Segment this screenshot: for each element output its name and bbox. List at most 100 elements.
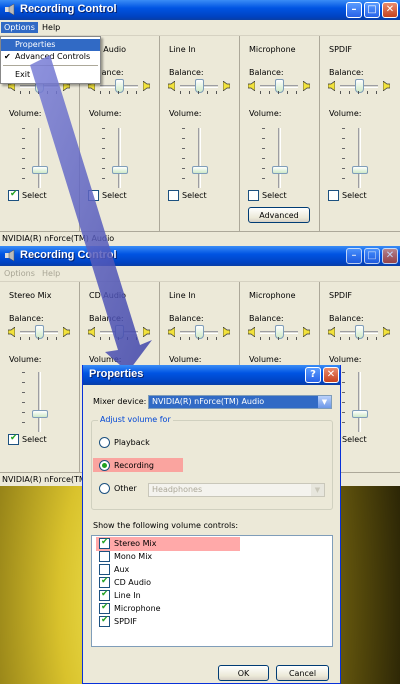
speaker-right-icon (63, 327, 70, 337)
balance-slider[interactable] (340, 325, 378, 340)
minimize-button[interactable]: – (346, 2, 362, 18)
slider-thumb[interactable] (192, 166, 208, 174)
volume-slider[interactable] (352, 128, 368, 188)
balance-label: Balance: (249, 68, 284, 77)
window-title: Recording Control (20, 3, 117, 15)
speaker-right-icon (303, 81, 310, 91)
volume-slider[interactable] (112, 128, 128, 188)
speaker-right-icon (223, 81, 230, 91)
cancel-button[interactable]: Cancel (276, 665, 329, 681)
select-checkbox[interactable]: ✔ (8, 433, 19, 445)
balance-slider[interactable] (100, 325, 138, 340)
channel-name: SPDIF (329, 45, 353, 54)
control-checkbox-aux[interactable] (99, 564, 110, 575)
control-checkbox-microphone[interactable]: ✔ (99, 602, 110, 614)
volume-ticks (22, 128, 25, 188)
select-checkbox[interactable] (328, 190, 339, 201)
slider-thumb[interactable] (352, 166, 368, 174)
slider-ticks (180, 91, 218, 94)
volume-slider[interactable] (32, 372, 48, 432)
menu-help[interactable]: Help (39, 22, 63, 33)
minimize-button[interactable]: – (346, 248, 362, 264)
balance-label: Balance: (329, 68, 364, 77)
menu-help[interactable]: Help (39, 268, 63, 279)
help-button[interactable]: ? (305, 367, 321, 383)
ok-button[interactable]: OK (218, 665, 269, 681)
slider-track (38, 128, 41, 188)
slider-thumb[interactable] (272, 166, 288, 174)
maximize-button[interactable]: □ (364, 248, 380, 264)
balance-slider[interactable] (100, 79, 138, 94)
slider-thumb[interactable] (112, 166, 128, 174)
balance-slider[interactable] (340, 79, 378, 94)
slider-ticks (180, 337, 218, 340)
control-checkbox-spdif[interactable]: ✔ (99, 615, 110, 627)
control-label: Stereo Mix (114, 539, 157, 548)
volume-label: Volume: (329, 109, 362, 118)
control-checkbox-cd-audio[interactable]: ✔ (99, 576, 110, 588)
balance-slider[interactable] (260, 79, 298, 94)
select-checkbox[interactable] (248, 190, 259, 201)
recording-radio[interactable] (99, 460, 110, 471)
speaker-left-icon (168, 81, 175, 91)
chevron-down-icon: ▼ (318, 396, 331, 408)
checkmark-icon: ✔ (10, 433, 18, 443)
advanced-button[interactable]: Advanced (248, 207, 310, 223)
select-label: Select (102, 191, 127, 200)
volume-label: Volume: (89, 355, 122, 364)
volume-slider[interactable] (32, 128, 48, 188)
speaker-right-icon (383, 327, 390, 337)
volume-ticks (22, 372, 25, 432)
close-button[interactable]: ✕ (382, 2, 398, 18)
slider-ticks (100, 91, 138, 94)
volume-slider[interactable] (272, 128, 288, 188)
channel-name: Line In (169, 291, 196, 300)
other-device-select[interactable]: Headphones ▼ (148, 483, 325, 497)
slider-thumb[interactable] (352, 410, 368, 418)
channel-name: Microphone (249, 45, 296, 54)
select-checkbox[interactable]: ✔ (8, 189, 19, 201)
channel-name: Line In (169, 45, 196, 54)
title-bar: Recording Control – □ ✕ (0, 0, 400, 20)
menu-item-properties[interactable]: Properties (1, 39, 100, 51)
mixer-device-select[interactable]: NVIDIA(R) nForce(TM) Audio ▼ (148, 395, 332, 409)
slider-thumb[interactable] (32, 166, 48, 174)
volume-ticks (182, 128, 185, 188)
volume-ticks (342, 372, 345, 432)
control-checkbox-mono-mix[interactable] (99, 551, 110, 562)
menu-item-advanced-controls[interactable]: ✔ Advanced Controls (1, 51, 100, 63)
volume-label: Volume: (9, 355, 42, 364)
speaker-left-icon (168, 327, 175, 337)
slider-ticks (20, 337, 58, 340)
select-checkbox[interactable] (168, 190, 179, 201)
balance-slider[interactable] (260, 325, 298, 340)
menu-options[interactable]: Options (1, 268, 38, 279)
balance-slider[interactable] (180, 79, 218, 94)
select-label: Select (342, 191, 367, 200)
balance-label: Balance: (89, 314, 124, 323)
dialog-close-button[interactable]: ✕ (323, 367, 339, 383)
radio-dot (102, 463, 107, 468)
checkmark-icon: ✔ (101, 615, 109, 625)
menu-item-exit[interactable]: Exit (1, 69, 100, 81)
control-checkbox-line-in[interactable]: ✔ (99, 589, 110, 601)
balance-slider[interactable] (180, 325, 218, 340)
volume-ticks (262, 128, 265, 188)
menu-options[interactable]: Options (1, 22, 38, 33)
speaker-left-icon (248, 81, 255, 91)
control-label: Mono Mix (114, 552, 153, 561)
control-checkbox-stereo-mix[interactable]: ✔ (99, 537, 110, 549)
playback-radio[interactable] (99, 437, 110, 448)
balance-slider[interactable] (20, 325, 58, 340)
select-checkbox[interactable] (88, 190, 99, 201)
slider-thumb[interactable] (32, 410, 48, 418)
volume-label: Volume: (9, 109, 42, 118)
volume-slider[interactable] (352, 372, 368, 432)
other-radio[interactable] (99, 483, 110, 494)
checkmark-icon: ✔ (4, 52, 11, 61)
maximize-button[interactable]: □ (364, 2, 380, 18)
close-button[interactable]: ✕ (382, 248, 398, 264)
volume-slider[interactable] (192, 128, 208, 188)
volume-label: Volume: (89, 109, 122, 118)
slider-ticks (340, 337, 378, 340)
